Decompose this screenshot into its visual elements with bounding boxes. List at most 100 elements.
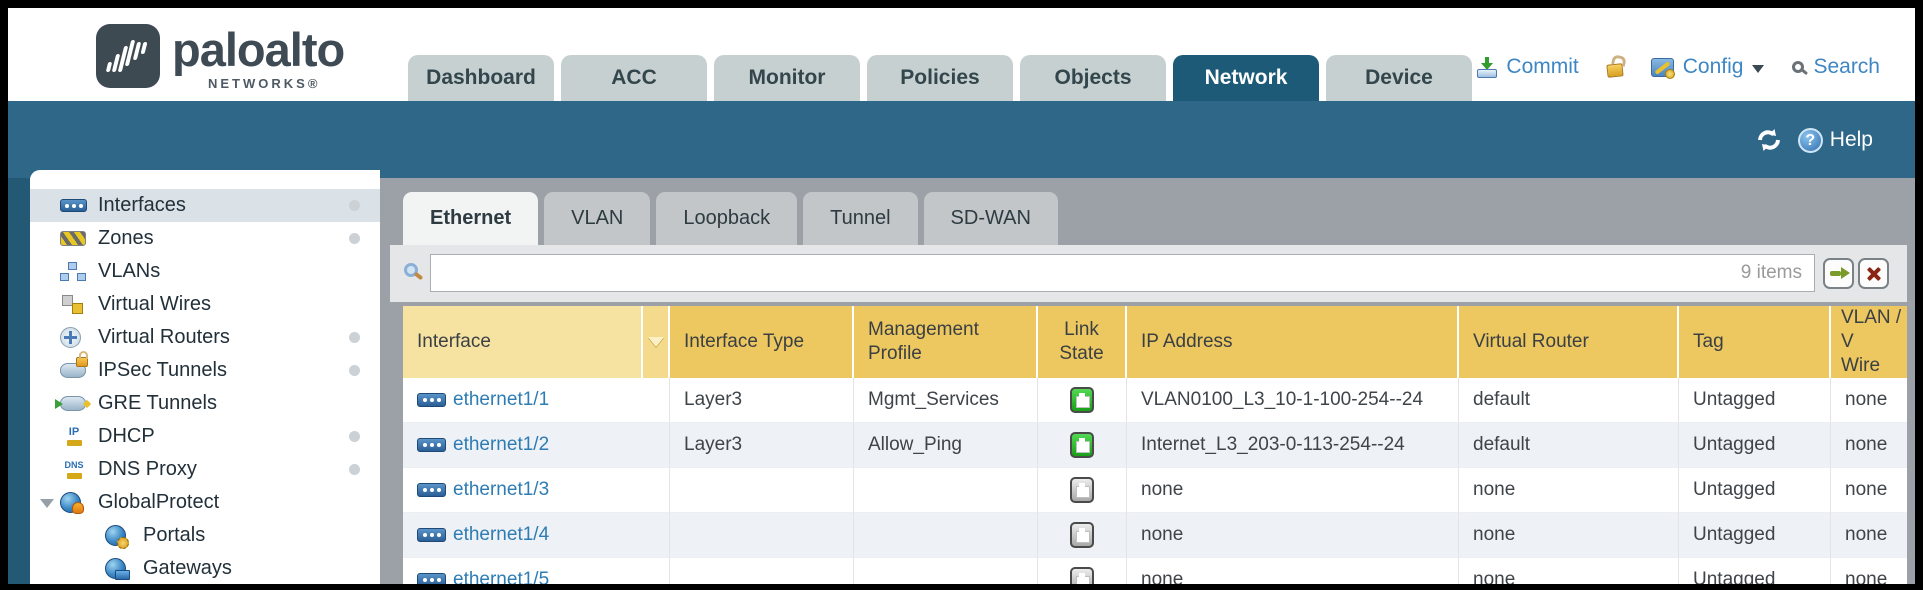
cell-ip-address: VLAN0100_L3_10-1-100-254--24 bbox=[1127, 378, 1459, 423]
cell-virtual-router: default bbox=[1459, 378, 1679, 423]
tab-tunnel[interactable]: Tunnel bbox=[803, 192, 917, 245]
cell-management-profile bbox=[854, 558, 1038, 590]
sidebar-item-virtual-wires[interactable]: Virtual Wires bbox=[30, 288, 380, 321]
sidebar-item-dhcp[interactable]: IPDHCP bbox=[30, 420, 380, 453]
config-button[interactable]: Config bbox=[1683, 55, 1744, 79]
cell-ip-address: none bbox=[1127, 468, 1459, 513]
tab-sd-wan[interactable]: SD-WAN bbox=[924, 192, 1058, 245]
app-window: paloalto NETWORKS® DashboardACCMonitorPo… bbox=[0, 0, 1923, 590]
nav-tab-policies[interactable]: Policies bbox=[867, 55, 1013, 101]
lock-icon[interactable] bbox=[1606, 63, 1623, 78]
nav-tab-dashboard[interactable]: Dashboard bbox=[408, 55, 554, 101]
nav-tab-objects[interactable]: Objects bbox=[1020, 55, 1166, 101]
tab-vlan[interactable]: VLAN bbox=[544, 192, 650, 245]
status-dot bbox=[349, 464, 360, 475]
column-header-link-state[interactable]: Link State bbox=[1038, 306, 1127, 378]
search-button[interactable]: Search bbox=[1813, 55, 1880, 79]
clear-filter-button[interactable] bbox=[1858, 258, 1889, 289]
interface-link[interactable]: ethernet1/1 bbox=[453, 389, 549, 411]
cell-vlan-virtual-wire: none bbox=[1831, 513, 1907, 558]
table-row[interactable]: ethernet1/2Layer3Allow_PingInternet_L3_2… bbox=[403, 423, 1907, 468]
interface-link[interactable]: ethernet1/2 bbox=[453, 434, 549, 456]
column-header-interface-type[interactable]: Interface Type bbox=[670, 306, 854, 378]
sidebar-item-zones[interactable]: Zones bbox=[30, 222, 380, 255]
header-actions: Commit Config Search bbox=[1477, 52, 1880, 82]
link-up-icon bbox=[1070, 387, 1094, 413]
sidebar-item-label: Portals bbox=[143, 524, 205, 547]
help-icon[interactable] bbox=[1798, 128, 1823, 153]
nav-tab-acc[interactable]: ACC bbox=[561, 55, 707, 101]
brand-name: paloalto bbox=[172, 22, 344, 77]
sidebar-item-ipsec-tunnels[interactable]: IPSec Tunnels bbox=[30, 354, 380, 387]
sidebar-item-vlans[interactable]: VLANs bbox=[30, 255, 380, 288]
column-header-ip-address[interactable]: IP Address bbox=[1127, 306, 1459, 378]
filter-input[interactable]: 9 items bbox=[430, 254, 1815, 292]
cell-tag: Untagged bbox=[1679, 423, 1831, 468]
cell-vlan-virtual-wire: none bbox=[1831, 468, 1907, 513]
column-header-vlan-v[interactable]: VLAN / V Wire bbox=[1831, 306, 1907, 378]
cell-link-state bbox=[1038, 558, 1127, 590]
ipsec-tunnels-icon bbox=[60, 363, 98, 378]
apply-filter-button[interactable] bbox=[1823, 258, 1854, 289]
sidebar-item-label: Virtual Routers bbox=[98, 326, 230, 349]
interface-icon bbox=[417, 483, 446, 497]
commit-button[interactable]: Commit bbox=[1506, 55, 1578, 79]
column-header-management-profile[interactable]: Management Profile bbox=[854, 306, 1038, 378]
nav-tab-monitor[interactable]: Monitor bbox=[714, 55, 860, 101]
config-caret-icon[interactable] bbox=[1752, 65, 1764, 73]
cell-interface: ethernet1/5 bbox=[403, 558, 670, 590]
column-header-tag[interactable]: Tag bbox=[1679, 306, 1831, 378]
table-row[interactable]: ethernet1/3nonenoneUntaggednone bbox=[403, 468, 1907, 513]
status-dot bbox=[349, 233, 360, 244]
status-dot bbox=[349, 200, 360, 211]
cell-management-profile: Mgmt_Services bbox=[854, 378, 1038, 423]
top-header: paloalto NETWORKS® DashboardACCMonitorPo… bbox=[8, 8, 1915, 101]
search-icon bbox=[1792, 61, 1804, 73]
cell-interface-type bbox=[670, 558, 854, 590]
sidebar-item-label: GRE Tunnels bbox=[98, 392, 217, 415]
main-panel: EthernetVLANLoopbackTunnelSD-WAN 9 items… bbox=[380, 178, 1915, 584]
link-up-icon bbox=[1070, 432, 1094, 458]
status-dot bbox=[349, 332, 360, 343]
link-down-icon bbox=[1070, 477, 1094, 503]
interface-link[interactable]: ethernet1/5 bbox=[453, 569, 549, 590]
sidebar-item-gateways[interactable]: Gateways bbox=[30, 552, 380, 584]
dhcp-icon: IP bbox=[60, 427, 98, 446]
tab-loopback[interactable]: Loopback bbox=[656, 192, 797, 245]
column-header-interface[interactable]: Interface bbox=[403, 306, 643, 378]
sidebar-item-label: Gateways bbox=[143, 557, 232, 580]
config-icon bbox=[1651, 58, 1674, 77]
cell-tag: Untagged bbox=[1679, 378, 1831, 423]
sort-dropdown[interactable] bbox=[643, 306, 670, 378]
paloalto-logo: paloalto NETWORKS® bbox=[96, 20, 426, 100]
cell-interface-type bbox=[670, 513, 854, 558]
cell-virtual-router: none bbox=[1459, 513, 1679, 558]
sidebar-item-virtual-routers[interactable]: Virtual Routers bbox=[30, 321, 380, 354]
paloalto-logo-icon bbox=[96, 24, 160, 88]
interface-link[interactable]: ethernet1/3 bbox=[453, 479, 549, 501]
interface-link[interactable]: ethernet1/4 bbox=[453, 524, 549, 546]
help-link[interactable]: Help bbox=[1830, 128, 1873, 152]
table-row[interactable]: ethernet1/1Layer3Mgmt_ServicesVLAN0100_L… bbox=[403, 378, 1907, 423]
status-dot bbox=[349, 431, 360, 442]
gre-tunnels-icon bbox=[60, 396, 98, 411]
sidebar-item-dns-proxy[interactable]: DNSDNS Proxy bbox=[30, 453, 380, 486]
expand-collapse-icon[interactable] bbox=[40, 499, 54, 508]
nav-tab-network[interactable]: Network bbox=[1173, 55, 1319, 101]
tab-ethernet[interactable]: Ethernet bbox=[403, 192, 538, 245]
interfaces-table: Interface Interface TypeManagement Profil… bbox=[403, 306, 1907, 590]
cell-tag: Untagged bbox=[1679, 513, 1831, 558]
table-row[interactable]: ethernet1/5nonenoneUntaggednone bbox=[403, 558, 1907, 590]
cell-management-profile: Allow_Ping bbox=[854, 423, 1038, 468]
cell-interface: ethernet1/4 bbox=[403, 513, 670, 558]
column-header-virtual-router[interactable]: Virtual Router bbox=[1459, 306, 1679, 378]
sidebar-item-portals[interactable]: Portals bbox=[30, 519, 380, 552]
refresh-icon[interactable] bbox=[1755, 127, 1785, 153]
sidebar-item-globalprotect[interactable]: GlobalProtect bbox=[30, 486, 380, 519]
cell-management-profile bbox=[854, 513, 1038, 558]
nav-tab-device[interactable]: Device bbox=[1326, 55, 1472, 101]
sidebar-item-gre-tunnels[interactable]: GRE Tunnels bbox=[30, 387, 380, 420]
sidebar-item-interfaces[interactable]: Interfaces bbox=[30, 189, 380, 222]
table-row[interactable]: ethernet1/4nonenoneUntaggednone bbox=[403, 513, 1907, 558]
cell-link-state bbox=[1038, 468, 1127, 513]
